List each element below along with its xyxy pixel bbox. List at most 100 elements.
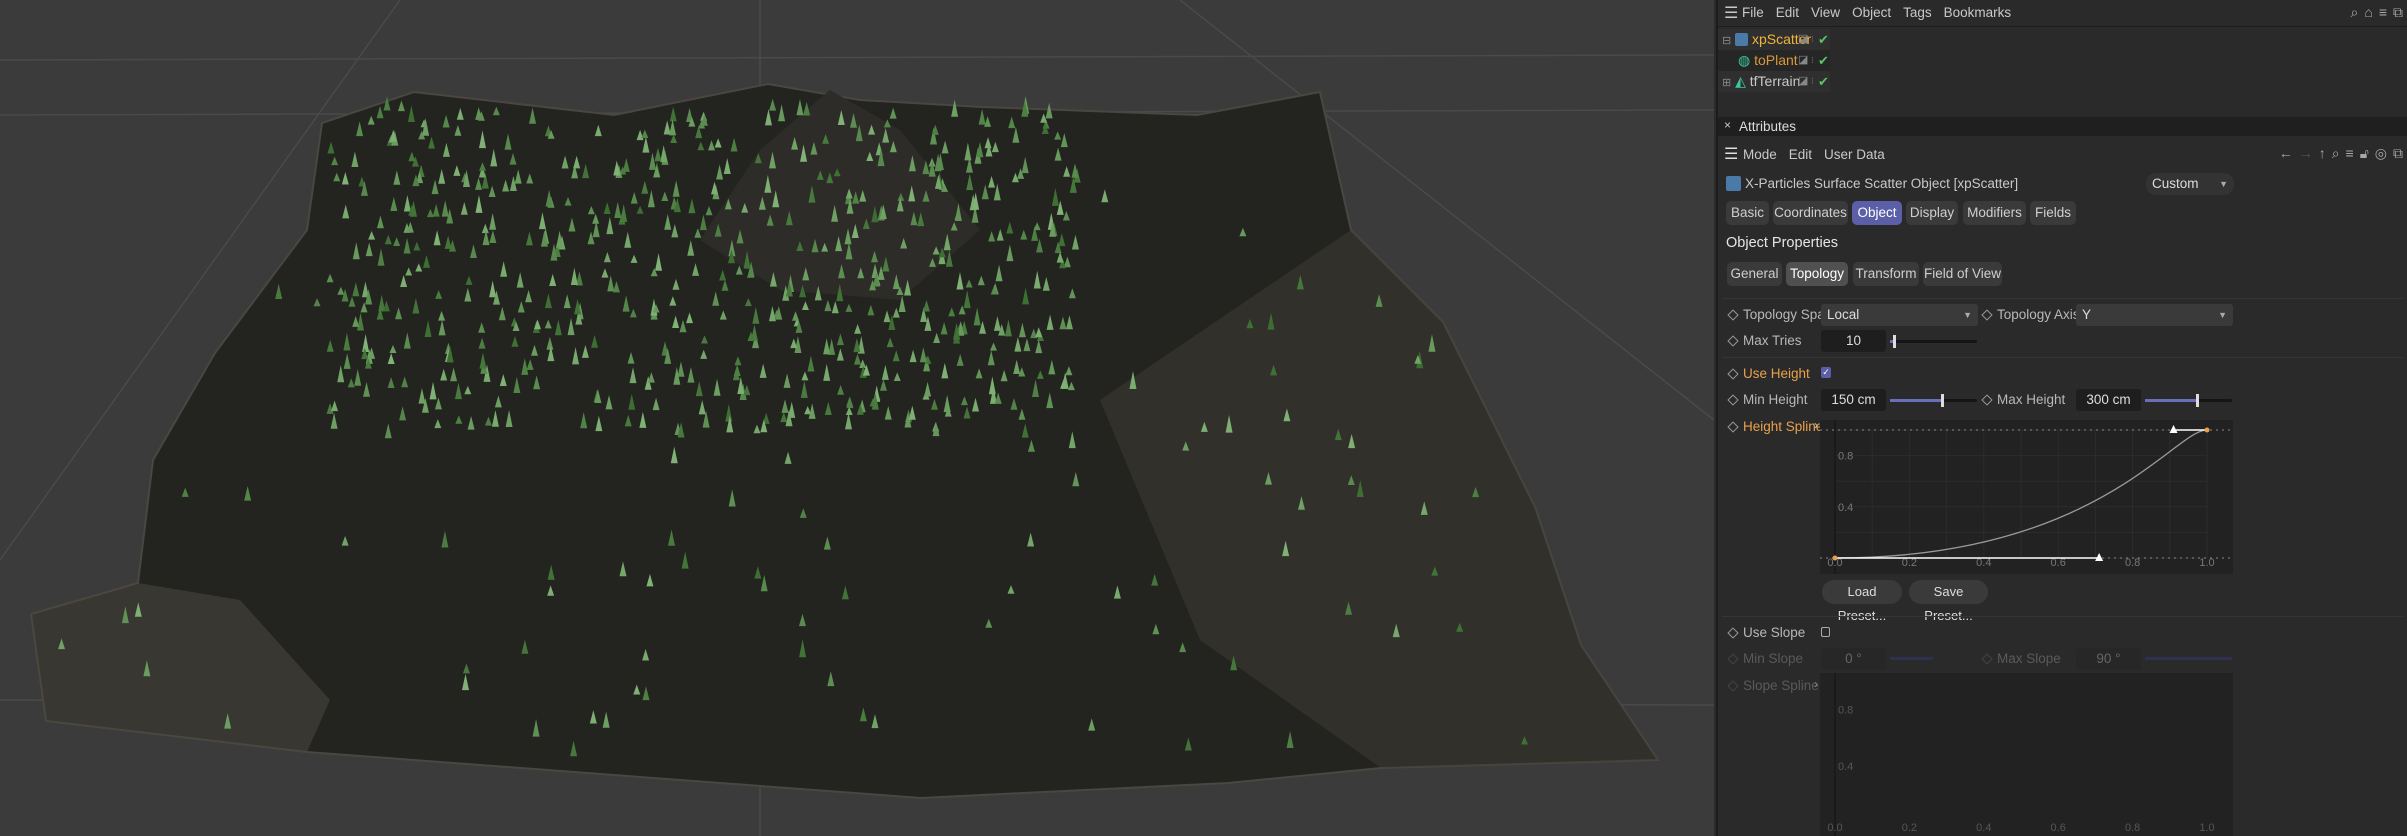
layer-icon[interactable]: ◪ [1798, 71, 1808, 92]
load-preset-button[interactable]: Load Preset... [1822, 580, 1902, 623]
slope-spline-label: Slope Spline [1743, 678, 1819, 693]
max-tries-slider[interactable] [1890, 335, 1977, 348]
keyframe-diamond-icon[interactable] [1981, 394, 1993, 406]
scatter-icon [1726, 176, 1741, 191]
menu-mode[interactable]: Mode [1743, 147, 1777, 162]
topology-axis-select[interactable]: Y ▼ [2076, 304, 2233, 326]
back-icon[interactable]: ← [2279, 145, 2293, 161]
menu-edit[interactable]: Edit [1776, 5, 1799, 20]
max-slope-label: Max Slope [1997, 651, 2061, 666]
keyframe-diamond-icon[interactable] [1727, 394, 1739, 406]
max-height-slider[interactable] [2145, 394, 2232, 407]
keyframe-diamond-icon[interactable] [1727, 335, 1739, 347]
object-name[interactable]: toPlant [1754, 52, 1798, 68]
close-icon[interactable]: × [1724, 118, 1731, 132]
use-slope-label: Use Slope [1743, 625, 1806, 640]
x-tick-label: 0.6 [2051, 557, 2066, 569]
search-icon[interactable]: ⌕ [2332, 145, 2340, 161]
viewport-scene [0, 0, 1714, 836]
object-name[interactable]: tfTerrain [1750, 73, 1801, 89]
filter-icon[interactable]: ≡ [2379, 4, 2387, 20]
topology-axis-label: Topology Axis [1997, 307, 2080, 322]
max-tries-field[interactable]: 10 [1821, 330, 1886, 352]
object-row-xpscatter[interactable]: ⊟ xpScatter ◪ ⁝ ✔ [1718, 29, 1830, 50]
keyframe-diamond-icon [1727, 680, 1739, 692]
layer-icon[interactable]: ◪ [1798, 50, 1808, 71]
keyframe-diamond-icon[interactable] [1981, 309, 1993, 321]
attributes-menubar: ☰ Mode Edit User Data ← → ↑ ⌕ ≡ 🔓︎ ◎ ⧉ [1718, 144, 2407, 166]
keyframe-diamond-icon[interactable] [1727, 309, 1739, 321]
keyframe-diamond-icon[interactable] [1727, 421, 1739, 433]
max-slope-slider [2145, 657, 2232, 660]
enabled-check-icon[interactable]: ✔ [1818, 71, 1829, 92]
collapse-icon[interactable]: ⊟ [1722, 35, 1731, 47]
menu-file[interactable]: File [1742, 5, 1764, 20]
tab-basic[interactable]: Basic [1726, 201, 1769, 225]
height-spline-editor[interactable]: 0.80.40.0 0.2 0.4 0.6 0.8 1.0 [1820, 420, 2233, 574]
chevron-right-icon[interactable]: › [1814, 418, 1818, 432]
min-slope-label: Min Slope [1743, 651, 1804, 666]
target-icon[interactable]: ◎ [2375, 145, 2387, 161]
home-icon[interactable]: ⌂ [2364, 4, 2372, 20]
tab-object[interactable]: Object [1852, 201, 1902, 225]
enabled-check-icon[interactable]: ✔ [1818, 50, 1829, 71]
use-slope-checkbox[interactable] [1821, 627, 1830, 637]
x-tick-label: 0.0 [1827, 822, 1842, 834]
y-tick-label: 0.8 [1838, 704, 1853, 716]
subtab-field-of-view[interactable]: Field of View [1923, 262, 2002, 286]
object-row-toplant[interactable]: ◍ toPlant ◪ ⁝ ✔ [1718, 50, 1830, 71]
tab-coordinates[interactable]: Coordinates [1773, 201, 1848, 225]
tab-modifiers[interactable]: Modifiers [1963, 201, 2026, 225]
topology-space-select[interactable]: Local ▼ [1821, 304, 1978, 326]
x-tick-label: 1.0 [2199, 557, 2214, 569]
menu-user-data[interactable]: User Data [1824, 147, 1885, 162]
menu-bookmarks[interactable]: Bookmarks [1944, 5, 2012, 20]
x-tick-label: 0.4 [1976, 557, 1991, 569]
hamburger-menu-icon[interactable]: ☰ [1724, 144, 1738, 164]
x-tick-label: 0.8 [2125, 557, 2140, 569]
visibility-dots-icon[interactable]: ⁝ [1811, 50, 1814, 71]
menu-object[interactable]: Object [1852, 5, 1891, 20]
enabled-check-icon[interactable]: ✔ [1818, 29, 1829, 50]
plant-icon: ◍ [1738, 52, 1751, 68]
expand-icon[interactable]: ⊞ [1722, 77, 1731, 89]
visibility-dots-icon[interactable]: ⁝ [1811, 29, 1814, 50]
save-preset-button[interactable]: Save Preset... [1909, 580, 1988, 623]
keyframe-diamond-icon[interactable] [1727, 368, 1739, 380]
slope-spline-editor: 0.8 0.4 0.0 0.2 0.4 0.6 0.8 1.0 [1820, 673, 2233, 836]
search-icon[interactable]: ⌕ [2351, 4, 2359, 20]
lock-icon[interactable]: 🔓︎ [2360, 145, 2369, 161]
menu-view[interactable]: View [1811, 5, 1840, 20]
min-height-label: Min Height [1743, 392, 1808, 407]
up-icon[interactable]: ↑ [2319, 145, 2326, 161]
min-height-slider[interactable] [1890, 394, 1977, 407]
hamburger-menu-icon[interactable]: ☰ [1724, 3, 1738, 23]
tab-display[interactable]: Display [1906, 201, 1958, 225]
x-tick-label: 0.2 [1902, 557, 1917, 569]
visibility-dots-icon[interactable]: ⁝ [1811, 71, 1814, 92]
max-height-field[interactable]: 300 cm [2076, 389, 2141, 411]
menu-edit[interactable]: Edit [1789, 147, 1812, 162]
mode-select[interactable]: Custom ▼ [2146, 173, 2234, 195]
right-panel: ☰ File Edit View Object Tags Bookmarks ⌕ ⌂ ≡ ⧉ ⊟… [1716, 0, 2407, 836]
use-height-checkbox[interactable]: ✓ [1821, 367, 1831, 378]
object-row-tfterrain[interactable]: ⊞ ◭ tfTerrain ◪ ⁝ ✔ [1718, 71, 1830, 92]
forward-icon[interactable]: → [2299, 145, 2313, 161]
divider [1722, 616, 2403, 617]
chevron-right-icon: › [1814, 677, 1818, 691]
subtab-transform[interactable]: Transform [1853, 262, 1919, 286]
subtab-topology[interactable]: Topology [1786, 262, 1848, 286]
subtab-general[interactable]: General [1727, 262, 1782, 286]
layer-icon[interactable]: ◪ [1798, 29, 1808, 50]
filter-icon[interactable]: ≡ [2346, 145, 2354, 161]
min-slope-slider [1890, 657, 1933, 660]
min-height-field[interactable]: 150 cm [1821, 389, 1886, 411]
3d-viewport[interactable] [0, 0, 1714, 836]
tab-fields[interactable]: Fields [2030, 201, 2076, 225]
new-window-icon[interactable]: ⧉ [2393, 4, 2403, 20]
scatter-icon [1735, 33, 1749, 46]
panel-title: Attributes [1739, 119, 1797, 134]
new-window-icon[interactable]: ⧉ [2393, 145, 2403, 161]
menu-tags[interactable]: Tags [1903, 5, 1932, 20]
keyframe-diamond-icon[interactable] [1727, 627, 1739, 639]
